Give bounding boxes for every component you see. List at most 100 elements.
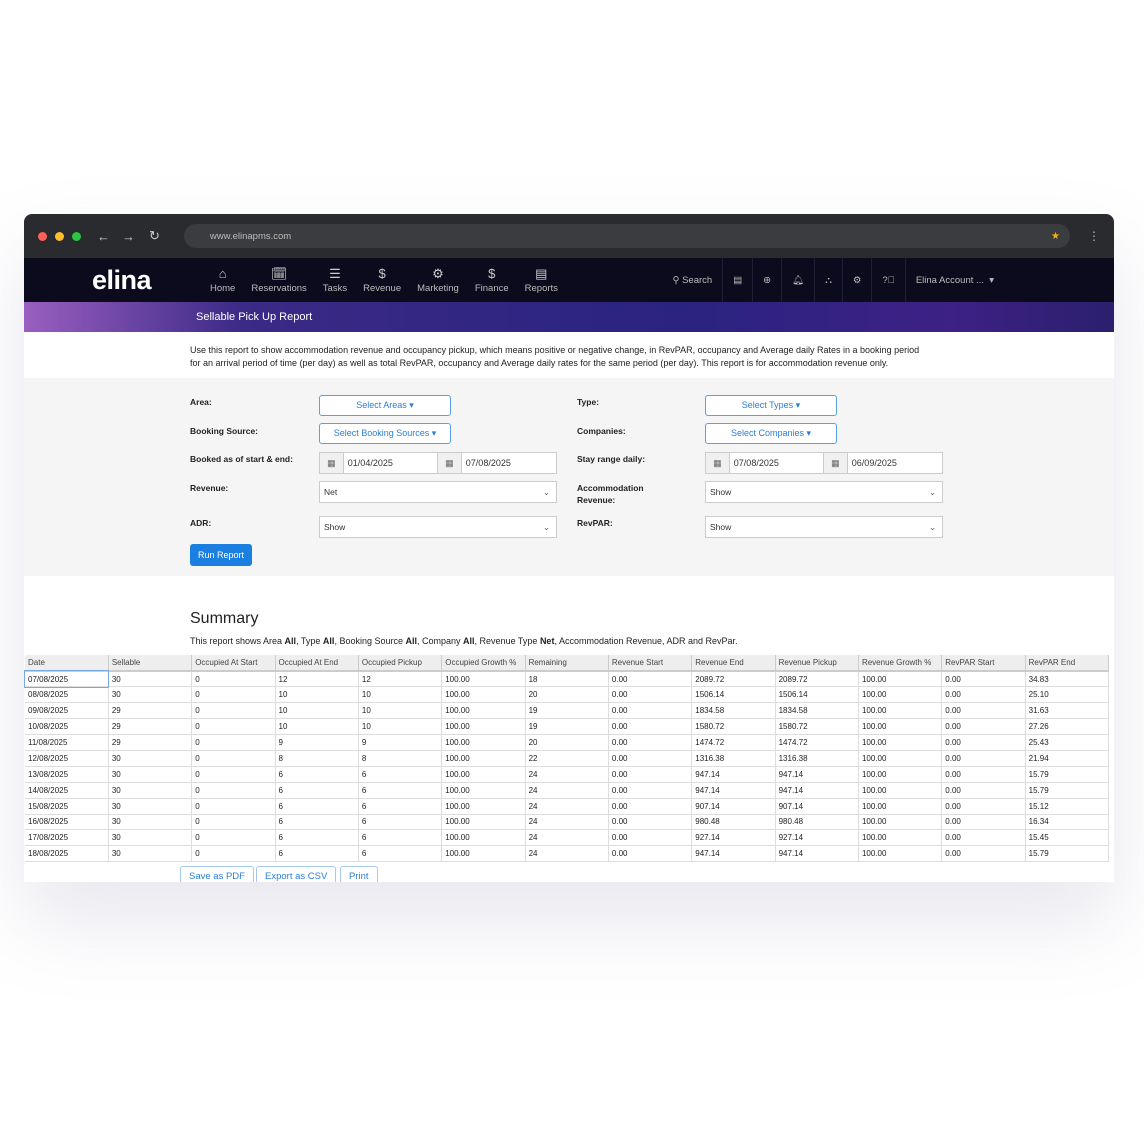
table-cell[interactable]: 20 bbox=[525, 734, 609, 751]
table-cell[interactable]: 0 bbox=[191, 750, 276, 767]
table-cell[interactable]: 907.14 bbox=[775, 798, 859, 815]
table-cell[interactable]: 0.00 bbox=[941, 845, 1026, 863]
table-cell[interactable]: 1474.72 bbox=[775, 734, 859, 751]
table-cell[interactable]: 10 bbox=[358, 686, 443, 704]
forward-icon[interactable]: → bbox=[122, 229, 135, 244]
table-cell[interactable]: 0.00 bbox=[941, 718, 1026, 736]
table-cell[interactable]: 12/08/2025 bbox=[25, 750, 109, 767]
nav-item-marketing[interactable]: ⚙ Marketing bbox=[417, 266, 459, 294]
column-header[interactable]: Sellable bbox=[108, 655, 193, 672]
table-cell[interactable]: 0.00 bbox=[941, 766, 1026, 783]
close-dot[interactable] bbox=[38, 231, 47, 241]
table-cell[interactable]: 100.00 bbox=[441, 671, 526, 688]
column-header[interactable]: Occupied At End bbox=[275, 655, 359, 672]
table-cell[interactable]: 21.94 bbox=[1025, 750, 1110, 767]
table-cell[interactable]: 947.14 bbox=[775, 782, 859, 799]
table-cell[interactable]: 1316.38 bbox=[775, 750, 859, 767]
logo[interactable]: elina bbox=[92, 265, 202, 296]
table-cell[interactable]: 0.00 bbox=[608, 734, 693, 751]
table-cell[interactable]: 6 bbox=[358, 782, 443, 799]
address-bar[interactable]: www.elinapms.com ★ bbox=[183, 224, 1070, 248]
table-cell[interactable]: 100.00 bbox=[858, 750, 943, 767]
table-cell[interactable]: 0.00 bbox=[608, 845, 693, 863]
table-cell[interactable]: 14/08/2025 bbox=[25, 782, 109, 799]
column-header[interactable]: Revenue Start bbox=[608, 655, 693, 672]
column-header[interactable]: Date bbox=[25, 655, 109, 672]
table-cell[interactable]: 100.00 bbox=[441, 750, 526, 767]
table-cell[interactable]: 0.00 bbox=[608, 782, 693, 799]
sitemap-icon[interactable]: ⛬ bbox=[814, 258, 842, 302]
minimize-dot[interactable] bbox=[55, 231, 64, 241]
table-cell[interactable]: 15.79 bbox=[1025, 766, 1110, 783]
table-cell[interactable]: 15.12 bbox=[1025, 798, 1110, 815]
account-menu[interactable]: Elina Account ... ▾ bbox=[904, 258, 1004, 302]
table-cell[interactable]: 6 bbox=[358, 814, 443, 831]
table-cell[interactable]: 8 bbox=[358, 750, 443, 767]
add-icon[interactable]: ⊕ bbox=[752, 258, 781, 302]
table-cell[interactable]: 0 bbox=[191, 829, 276, 847]
table-cell[interactable]: 10 bbox=[358, 702, 443, 720]
column-header[interactable]: Revenue End bbox=[691, 655, 776, 672]
table-cell[interactable]: 6 bbox=[358, 845, 443, 863]
bell-icon[interactable]: 🔔︎ bbox=[781, 258, 814, 302]
table-cell[interactable]: 100.00 bbox=[858, 782, 943, 799]
table-cell[interactable]: 0.00 bbox=[608, 766, 693, 783]
table-cell[interactable]: 10 bbox=[275, 702, 359, 720]
revpar-select[interactable]: Show ⌄ bbox=[705, 516, 943, 538]
table-cell[interactable]: 30 bbox=[108, 829, 193, 847]
table-cell[interactable]: 18 bbox=[525, 671, 609, 688]
table-cell[interactable]: 100.00 bbox=[858, 814, 943, 831]
select-booking-sources-button[interactable]: Select Booking Sources ▾ bbox=[319, 423, 451, 444]
table-cell[interactable]: 980.48 bbox=[691, 814, 776, 831]
table-cell[interactable]: 0.00 bbox=[941, 829, 1026, 847]
table-cell[interactable]: 0.00 bbox=[608, 750, 693, 767]
table-cell[interactable]: 15.79 bbox=[1025, 782, 1110, 799]
table-cell[interactable]: 0 bbox=[191, 766, 276, 783]
calendar-icon[interactable]: ▦ bbox=[320, 453, 344, 473]
table-cell[interactable]: 6 bbox=[275, 829, 359, 847]
nav-item-reports[interactable]: ▤ Reports bbox=[525, 266, 558, 294]
table-cell[interactable]: 1580.72 bbox=[691, 718, 776, 736]
nav-item-reservations[interactable]: 🗓 Reservations bbox=[251, 266, 306, 294]
column-header[interactable]: RevPAR Start bbox=[941, 655, 1026, 672]
table-cell[interactable]: 11/08/2025 bbox=[25, 734, 109, 751]
table-cell[interactable]: 0 bbox=[191, 686, 276, 704]
table-cell[interactable]: 0.00 bbox=[941, 798, 1026, 815]
column-header[interactable]: Revenue Pickup bbox=[775, 655, 859, 672]
table-cell[interactable]: 30 bbox=[108, 814, 193, 831]
table-cell[interactable]: 0 bbox=[191, 782, 276, 799]
revenue-select[interactable]: Net ⌄ bbox=[319, 481, 557, 503]
menu-icon[interactable]: ⋮ bbox=[1088, 229, 1100, 243]
table-cell[interactable]: 22 bbox=[525, 750, 609, 767]
select-types-button[interactable]: Select Types ▾ bbox=[705, 395, 837, 416]
run-report-button[interactable]: Run Report bbox=[190, 544, 253, 566]
table-cell[interactable]: 17/08/2025 bbox=[25, 829, 109, 847]
table-cell[interactable]: 24 bbox=[525, 766, 609, 783]
table-cell[interactable]: 100.00 bbox=[441, 798, 526, 815]
table-cell[interactable]: 0.00 bbox=[941, 671, 1026, 688]
table-cell[interactable]: 30 bbox=[108, 845, 193, 863]
stay-end-input[interactable]: 06/09/2025 bbox=[848, 453, 942, 473]
table-cell[interactable]: 6 bbox=[358, 798, 443, 815]
table-cell[interactable]: 0.00 bbox=[941, 702, 1026, 720]
table-cell[interactable]: 10 bbox=[358, 718, 443, 736]
table-cell[interactable]: 947.14 bbox=[691, 845, 776, 863]
table-cell[interactable]: 927.14 bbox=[691, 829, 776, 847]
calendar-icon[interactable]: ▦ bbox=[824, 453, 848, 473]
settings-icon[interactable]: ⚙ bbox=[841, 258, 872, 302]
table-cell[interactable]: 30 bbox=[108, 766, 193, 783]
calendar-icon[interactable]: ▦ bbox=[706, 453, 730, 473]
back-icon[interactable]: ← bbox=[97, 229, 110, 244]
table-cell[interactable]: 6 bbox=[275, 782, 359, 799]
table-cell[interactable]: 0.00 bbox=[608, 814, 693, 831]
table-cell[interactable]: 0 bbox=[191, 814, 276, 831]
table-cell[interactable]: 24 bbox=[525, 798, 609, 815]
table-cell[interactable]: 30 bbox=[108, 782, 193, 799]
table-cell[interactable]: 0.00 bbox=[608, 702, 693, 720]
nav-item-finance[interactable]: $ Finance bbox=[475, 266, 509, 294]
search-button[interactable]: ⚲ Search bbox=[662, 258, 722, 302]
table-cell[interactable]: 29 bbox=[108, 702, 193, 720]
table-cell[interactable]: 100.00 bbox=[441, 814, 526, 831]
reload-icon[interactable]: ↻ bbox=[149, 228, 160, 244]
table-cell[interactable]: 12 bbox=[275, 671, 359, 688]
